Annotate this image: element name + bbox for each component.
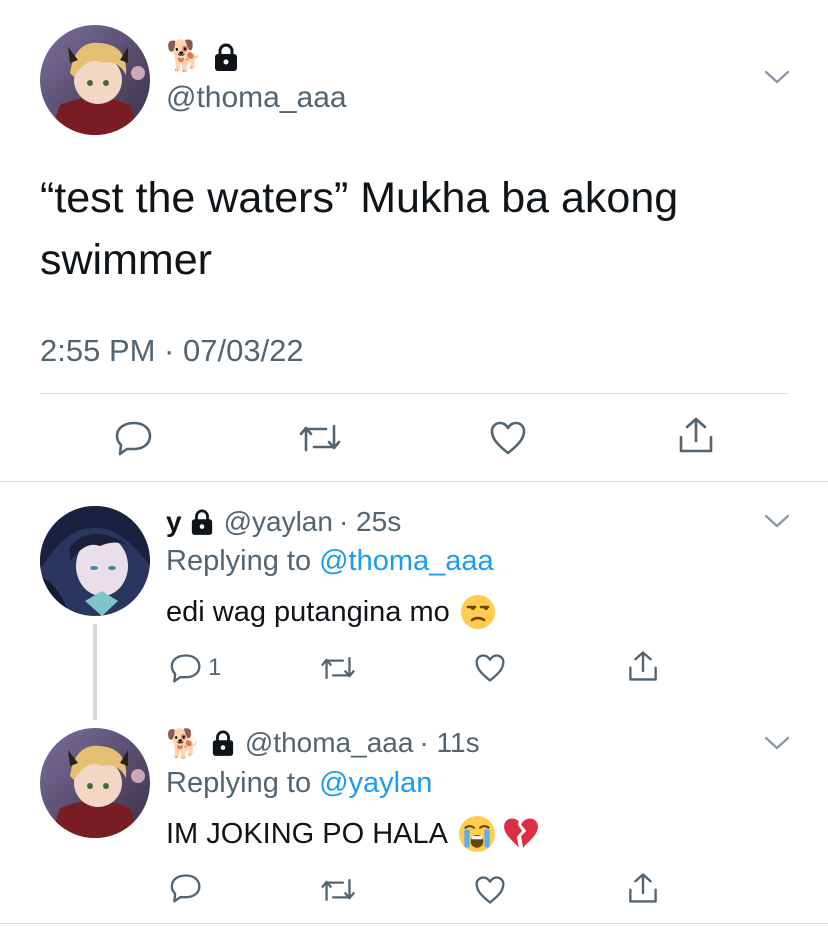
like-icon[interactable]: [474, 875, 506, 905]
reply-1-replying-to: Replying to @thoma_aaa: [166, 543, 494, 579]
reply-icon[interactable]: [115, 420, 153, 456]
chevron-down-icon[interactable]: [764, 512, 790, 530]
reply-2-body: IM JOKING PO HALA: [166, 815, 540, 853]
reply-2-header[interactable]: 🐕 @thoma_aaa · 11s: [166, 726, 480, 760]
reply-1-handle: @yaylan: [223, 506, 333, 537]
lock-icon: [211, 729, 235, 757]
retweet-icon[interactable]: [320, 875, 356, 905]
share-icon[interactable]: [627, 871, 659, 905]
replying-to-label: Replying to: [166, 544, 312, 577]
avatar-thoma-image: [40, 728, 150, 838]
reply-2-text: IM JOKING PO HALA: [166, 817, 448, 850]
replying-to-label: Replying to: [166, 766, 312, 799]
reply-1-reply-button[interactable]: 1: [170, 651, 221, 685]
reply-2-time: · 11s: [419, 727, 480, 758]
reply-1-text: edi wag putangina mo: [166, 595, 450, 628]
lock-icon: [190, 508, 214, 536]
thread-line: [93, 624, 97, 720]
bottom-divider: [0, 923, 828, 924]
reply-1-body: edi wag putangina mo: [166, 593, 496, 631]
reply-2-replying-to: Replying to @yaylan: [166, 765, 432, 801]
dog-emoji: 🐕: [166, 40, 204, 73]
replying-to-handle[interactable]: @yaylan: [319, 767, 432, 800]
main-tweet-author[interactable]: 🐕: [166, 40, 239, 74]
retweet-icon[interactable]: [298, 420, 342, 456]
reply-1-display-name: y: [166, 506, 182, 537]
avatar-yaylan-image: [40, 506, 150, 616]
reply-1-time: · 25s: [338, 506, 402, 537]
loudly-crying-face-emoji: [458, 815, 496, 853]
avatar-yaylan[interactable]: [40, 506, 150, 616]
reply-icon[interactable]: [170, 873, 202, 903]
lock-icon: [213, 42, 239, 72]
like-icon[interactable]: [474, 653, 506, 683]
main-tweet-timestamp[interactable]: 2:55 PM · 07/03/22: [40, 332, 304, 370]
unamused-face-emoji: [460, 594, 496, 630]
avatar-thoma[interactable]: [40, 728, 150, 838]
reply-icon: [170, 653, 202, 683]
dog-emoji: 🐕: [166, 727, 201, 759]
share-icon[interactable]: [677, 415, 715, 455]
like-icon[interactable]: [489, 420, 527, 456]
replying-to-handle[interactable]: @thoma_aaa: [319, 545, 494, 578]
avatar-thoma[interactable]: [40, 25, 150, 135]
reply-count: 1: [208, 654, 222, 681]
retweet-icon[interactable]: [320, 653, 356, 683]
avatar-thoma-image: [40, 25, 150, 135]
divider: [40, 393, 788, 394]
reply-2-handle: @thoma_aaa: [244, 727, 414, 758]
main-tweet-text-line2: swimmer: [40, 236, 212, 284]
main-tweet-text-line1: “test the waters” Mukha ba akong: [40, 174, 679, 222]
reply-1-header[interactable]: y @yaylan · 25s: [166, 505, 401, 539]
chevron-down-icon[interactable]: [764, 734, 790, 752]
section-divider: [0, 481, 828, 482]
broken-heart-emoji: [502, 815, 540, 853]
main-tweet-handle[interactable]: @thoma_aaa: [166, 80, 347, 116]
share-icon[interactable]: [627, 649, 659, 683]
chevron-down-icon[interactable]: [764, 68, 790, 86]
